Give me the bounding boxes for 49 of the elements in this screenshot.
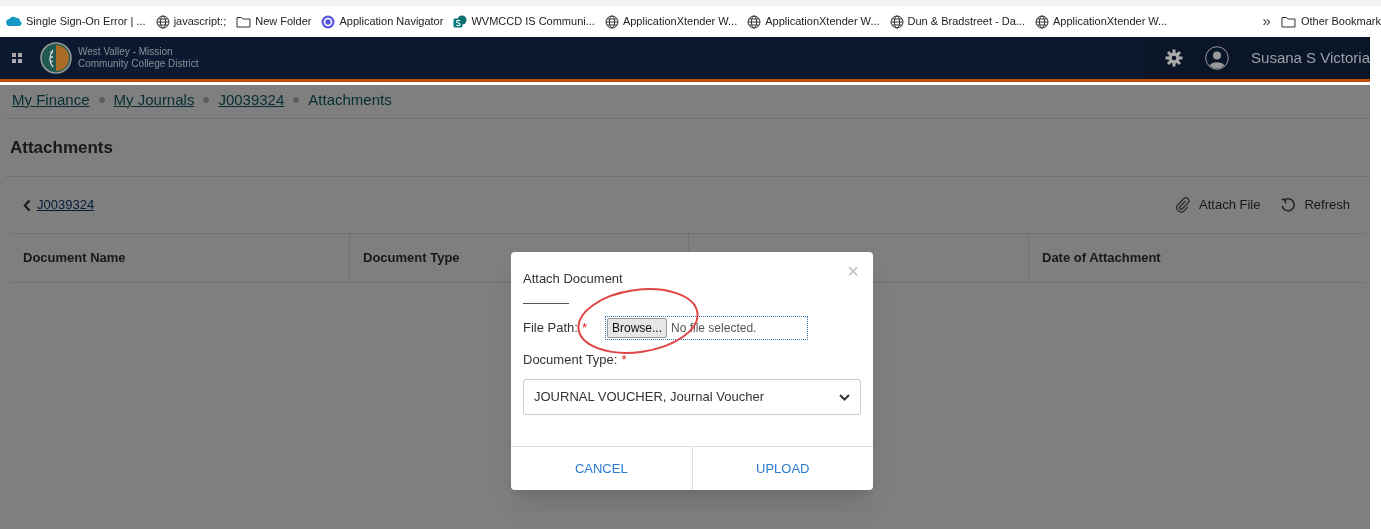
bookmark[interactable]: javascript:;	[155, 13, 227, 30]
globe-icon	[747, 14, 762, 29]
chevron-left-icon	[23, 198, 31, 212]
bookmark[interactable]: New Folder	[236, 13, 312, 30]
bookmark[interactable]: Dun & Bradstreet - Da...	[889, 13, 1025, 30]
bookmark[interactable]: ApplicationXtender W...	[747, 13, 880, 30]
field-label: Document Type:	[523, 350, 618, 369]
cloud-icon	[6, 16, 22, 27]
breadcrumb-link[interactable]: My Finance	[12, 88, 90, 112]
globe-icon	[889, 14, 904, 29]
required-mark: *	[621, 350, 627, 369]
required-mark: *	[581, 318, 587, 337]
folder-icon	[236, 15, 252, 28]
document-type-dropdown[interactable]: JOURNAL VOUCHER, Journal Voucher	[523, 379, 861, 415]
bookmark[interactable]: ApplicationXtender W...	[604, 13, 738, 30]
bookmark[interactable]: WVMCCD IS Communi...	[453, 13, 595, 30]
globe-icon	[604, 14, 619, 29]
refresh-icon	[1280, 197, 1297, 213]
bookmark[interactable]: Application Navigator	[321, 13, 444, 30]
back-link[interactable]: J0039324	[23, 195, 95, 215]
bookmarks-overflow-button[interactable]: »	[1262, 10, 1271, 33]
navigator-icon	[321, 14, 336, 29]
cancel-button[interactable]: CANCEL	[511, 447, 692, 490]
bookmark[interactable]: Single Sign-On Error | ...	[6, 13, 146, 30]
field-label: File Path:	[523, 318, 578, 337]
refresh-button[interactable]: Refresh	[1280, 195, 1350, 215]
college-logo-icon	[40, 42, 72, 74]
chevron-down-icon	[839, 393, 850, 401]
sharepoint-icon	[453, 14, 468, 29]
page-title: Attachments	[10, 136, 113, 159]
breadcrumb-link[interactable]: My Journals	[113, 88, 195, 112]
column-header: Document Name	[22, 249, 127, 268]
attach-file-button[interactable]: Attach File	[1175, 195, 1261, 215]
folder-icon	[1280, 15, 1296, 28]
paperclip-icon	[1175, 197, 1192, 213]
globe-icon	[1034, 14, 1049, 29]
bookmark[interactable]: ApplicationXtender W...	[1034, 13, 1168, 30]
bookmark[interactable]: Other Bookmark	[1280, 13, 1381, 30]
org-name: West Valley - Mission	[78, 46, 174, 58]
breadcrumb-current: Attachments	[308, 89, 392, 110]
org-name: Community College District	[78, 58, 199, 70]
column-header: Date of Attachment	[1028, 234, 1365, 282]
settings-icon[interactable]	[1165, 49, 1184, 67]
browse-button[interactable]: Browse...	[607, 317, 667, 338]
apps-menu-icon[interactable]	[12, 53, 22, 63]
user-avatar-icon[interactable]	[1205, 46, 1230, 70]
breadcrumb-link[interactable]: J0039324	[218, 88, 285, 112]
globe-icon	[155, 14, 170, 29]
upload-button[interactable]: UPLOAD	[691, 447, 873, 490]
